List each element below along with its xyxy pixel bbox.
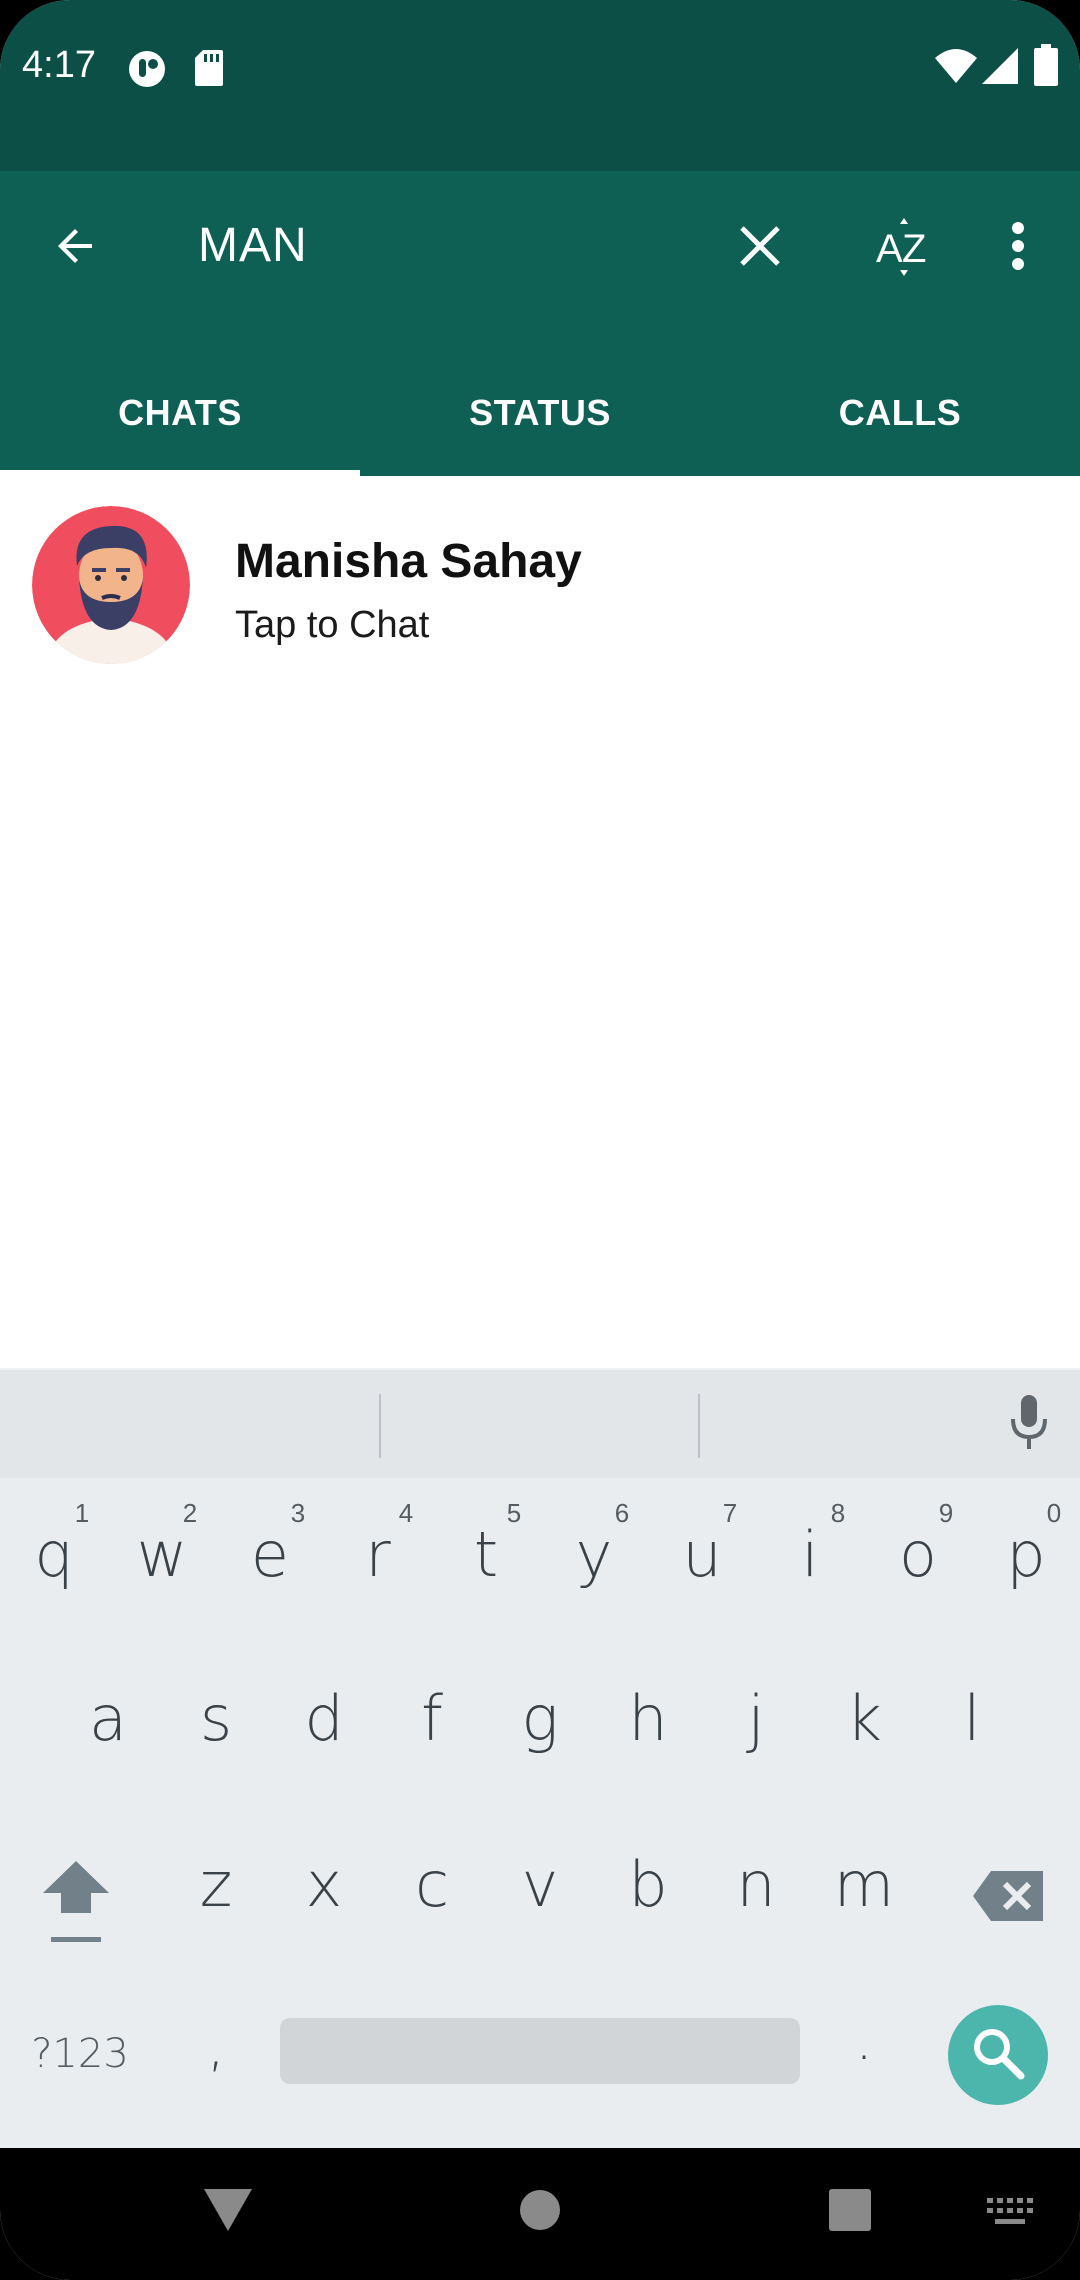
key-hint: 3 bbox=[290, 1498, 306, 1528]
microphone-icon bbox=[1009, 1394, 1049, 1456]
nav-home-button[interactable] bbox=[508, 2180, 572, 2244]
key-m[interactable]: m bbox=[814, 1848, 914, 1921]
key-v[interactable]: v bbox=[490, 1848, 590, 1921]
key-hint: 6 bbox=[614, 1498, 630, 1528]
clear-search-button[interactable] bbox=[724, 212, 796, 284]
key-hint: 1 bbox=[74, 1498, 90, 1528]
more-vert-icon bbox=[1010, 221, 1026, 275]
chat-name: Manisha Sahay bbox=[235, 535, 582, 588]
key-s[interactable]: s bbox=[166, 1682, 266, 1755]
signal-icon bbox=[982, 48, 1018, 89]
nav-back-icon bbox=[204, 2188, 252, 2236]
clear-icon bbox=[738, 224, 782, 273]
backspace-key[interactable] bbox=[958, 1858, 1058, 1938]
key-l[interactable]: l bbox=[922, 1682, 1022, 1755]
key-hint: 7 bbox=[722, 1498, 738, 1528]
key-hint: 9 bbox=[938, 1498, 954, 1528]
suggestion-divider bbox=[379, 1394, 381, 1458]
sort-button[interactable]: A Z bbox=[866, 212, 942, 288]
tab-calls[interactable]: CALLS bbox=[720, 350, 1080, 476]
backspace-icon bbox=[973, 1870, 1043, 1926]
voice-input-button[interactable] bbox=[996, 1392, 1062, 1458]
search-input[interactable]: MAN bbox=[198, 218, 308, 273]
avatar bbox=[32, 506, 190, 664]
back-button[interactable] bbox=[40, 212, 112, 284]
search-icon bbox=[971, 2026, 1025, 2085]
more-options-button[interactable] bbox=[990, 212, 1046, 284]
sort-az-icon: A Z bbox=[874, 217, 934, 283]
key-hint: 2 bbox=[182, 1498, 198, 1528]
key-z[interactable]: z bbox=[166, 1848, 266, 1921]
soft-keyboard: ?123 , . q1w2e3r4t5y6u7i8o9p0asdfghjklzx… bbox=[0, 1368, 1080, 2148]
nav-back-button[interactable] bbox=[196, 2180, 260, 2244]
key-hint: 4 bbox=[398, 1498, 414, 1528]
chat-list-item[interactable]: Manisha Sahay Tap to Chat bbox=[0, 476, 1080, 686]
key-n[interactable]: n bbox=[706, 1848, 806, 1921]
suggestion-bar bbox=[0, 1368, 1080, 1478]
period-key[interactable]: . bbox=[814, 2008, 914, 2073]
key-hint: 0 bbox=[1046, 1498, 1062, 1528]
key-x[interactable]: x bbox=[274, 1848, 374, 1921]
key-b[interactable]: b bbox=[598, 1848, 698, 1921]
key-f[interactable]: f bbox=[382, 1682, 482, 1755]
key-g[interactable]: g bbox=[490, 1682, 590, 1755]
tab-bar: CHATS STATUS CALLS bbox=[0, 350, 1080, 476]
battery-icon bbox=[1034, 44, 1058, 91]
tab-status[interactable]: STATUS bbox=[360, 350, 720, 476]
space-bar[interactable] bbox=[280, 2018, 800, 2084]
key-k[interactable]: k bbox=[814, 1682, 914, 1755]
key-hint: 8 bbox=[830, 1498, 846, 1528]
suggestion-divider bbox=[698, 1394, 700, 1458]
wifi-icon bbox=[935, 48, 977, 89]
search-action-key[interactable] bbox=[948, 2005, 1048, 2105]
nav-recents-button[interactable] bbox=[818, 2180, 882, 2244]
keyboard-icon bbox=[987, 2197, 1033, 2233]
tab-chats[interactable]: CHATS bbox=[0, 350, 360, 476]
status-time: 4:17 bbox=[22, 44, 96, 86]
shift-key[interactable] bbox=[28, 1854, 124, 1954]
symbols-key[interactable]: ?123 bbox=[20, 2031, 140, 2077]
assistant-icon bbox=[128, 50, 166, 93]
shift-arrow-icon bbox=[41, 1857, 111, 1952]
navigation-bar bbox=[0, 2148, 1080, 2280]
key-h[interactable]: h bbox=[598, 1682, 698, 1755]
nav-recents-icon bbox=[829, 2188, 871, 2236]
nav-home-icon bbox=[520, 2189, 560, 2235]
back-arrow-icon bbox=[52, 222, 100, 275]
svg-text:Z: Z bbox=[902, 227, 926, 271]
key-a[interactable]: a bbox=[58, 1682, 158, 1755]
key-c[interactable]: c bbox=[382, 1848, 482, 1921]
phone-screen: 4:17 MAN A Z CHATS STATUS CALLS Manisha … bbox=[0, 0, 1080, 2280]
status-bar: 4:17 bbox=[0, 0, 1080, 171]
key-d[interactable]: d bbox=[274, 1682, 374, 1755]
sd-card-icon bbox=[195, 50, 223, 91]
keyboard-switch-button[interactable] bbox=[978, 2188, 1042, 2242]
svg-text:A: A bbox=[876, 227, 903, 271]
chat-subtitle: Tap to Chat bbox=[235, 604, 430, 646]
key-j[interactable]: j bbox=[706, 1682, 806, 1755]
comma-key[interactable]: , bbox=[166, 2014, 266, 2079]
key-hint: 5 bbox=[506, 1498, 522, 1528]
